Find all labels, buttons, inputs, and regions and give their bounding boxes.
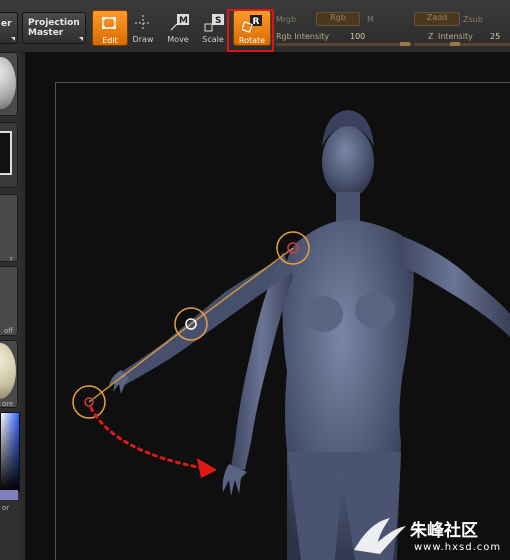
- watermark-cn-text: 朱峰社区: [410, 521, 478, 541]
- z-intensity-slider[interactable]: [414, 43, 510, 46]
- mrgb-label: Mrgb: [276, 15, 297, 24]
- projection-master-label: Projection Master: [28, 18, 80, 38]
- z-intensity-value: 25: [490, 32, 501, 41]
- brush-preview-icon: [0, 131, 12, 175]
- rotate-highlight-box: [227, 9, 274, 52]
- projection-master-button[interactable]: Projection Master: [22, 12, 86, 44]
- edit-tool-button[interactable]: Edit: [92, 10, 128, 46]
- alpha-tile[interactable]: [0, 266, 18, 336]
- move-label: Move: [167, 35, 189, 44]
- z-intensity-label: Intensity: [438, 32, 473, 41]
- rgb-intensity-knob[interactable]: [400, 42, 410, 46]
- material-sphere-icon: [0, 57, 16, 109]
- edit-label: Edit: [102, 36, 118, 45]
- zsub-label: Zsub: [463, 15, 483, 24]
- z-label: Z: [428, 32, 434, 41]
- watermark-swoosh-icon: [354, 518, 406, 554]
- partial-menu-label: er: [1, 19, 12, 29]
- top-toolbar: er Projection Master Edit Draw M Move S …: [0, 0, 510, 53]
- corner-arrow-icon: [79, 37, 83, 41]
- texture-tile-label: ore: [2, 400, 14, 408]
- texture-tile[interactable]: [0, 340, 18, 408]
- color-tile-label: or: [2, 504, 10, 512]
- rotation-direction-arrow-icon: [89, 406, 217, 478]
- partial-menu-button[interactable]: er: [0, 12, 18, 44]
- watermark-logo: 朱峰社区 www.hxsd.com: [350, 512, 510, 560]
- brush-tile[interactable]: [0, 122, 18, 188]
- move-tool-button[interactable]: M Move: [161, 10, 195, 44]
- scale-icon: S: [204, 14, 224, 32]
- corner-arrow-icon: [11, 37, 15, 41]
- figure-head: [322, 110, 374, 222]
- m-label: M: [367, 15, 374, 24]
- figure-chest-right: [355, 292, 395, 328]
- figure-chest-left: [303, 296, 343, 332]
- figure-scene: [72, 110, 510, 560]
- z-intensity-knob[interactable]: [450, 42, 460, 46]
- color-picker-shade: [1, 413, 19, 491]
- crosshair-icon: [135, 15, 151, 31]
- svg-text:M: M: [179, 16, 188, 26]
- alpha-tile-label: off: [4, 327, 14, 335]
- rgb-intensity-slider[interactable]: [276, 43, 412, 46]
- left-tool-shelf: r off ore or: [0, 52, 20, 560]
- watermark-url: www.hxsd.com: [414, 542, 502, 553]
- zadd-pill-label: Zadd: [426, 13, 448, 22]
- stroke-tile[interactable]: [0, 194, 18, 262]
- stroke-tile-label: r: [10, 255, 13, 263]
- rgb-toggle[interactable]: Rgb: [316, 12, 360, 26]
- edit-icon: [102, 17, 116, 29]
- draw-tool-button[interactable]: Draw: [126, 10, 160, 44]
- draw-label: Draw: [132, 35, 154, 44]
- color-swatch[interactable]: [0, 490, 18, 500]
- texture-sphere-icon: [0, 343, 16, 399]
- scale-tool-button[interactable]: S Scale: [196, 10, 230, 44]
- scale-label: Scale: [202, 35, 224, 44]
- rgb-intensity-label: Rgb Intensity: [276, 32, 330, 41]
- move-icon: M: [170, 14, 189, 31]
- material-sphere-tile[interactable]: [0, 52, 18, 116]
- rgb-pill-label: Rgb: [330, 13, 346, 22]
- figure-arm-right: [397, 234, 510, 337]
- color-picker[interactable]: [0, 412, 20, 492]
- zadd-toggle[interactable]: Zadd: [414, 12, 460, 26]
- canvas-viewport[interactable]: 朱峰社区 www.hxsd.com: [25, 52, 510, 560]
- rgb-intensity-value: 100: [350, 32, 366, 41]
- svg-text:S: S: [215, 16, 221, 26]
